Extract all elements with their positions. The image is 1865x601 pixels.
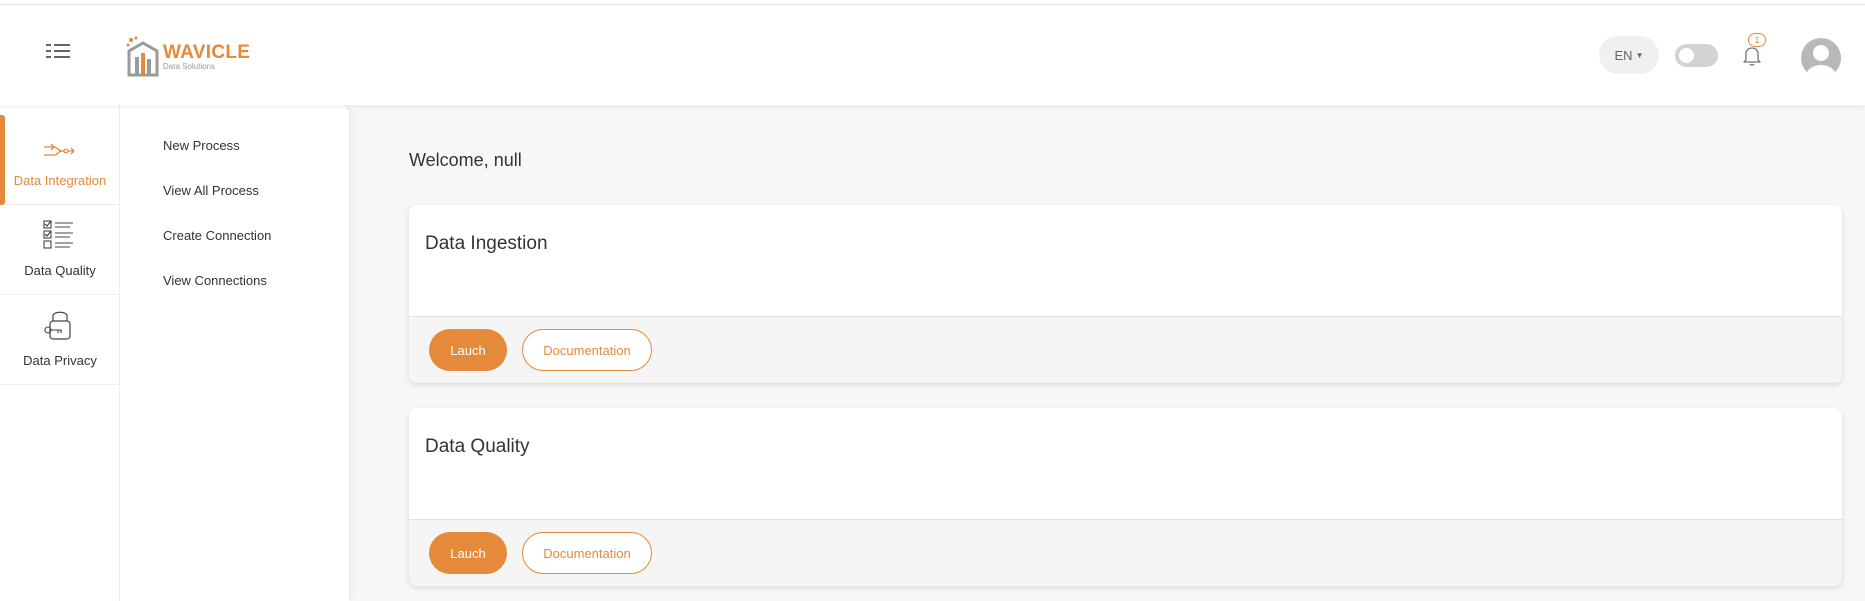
wavicle-logo-icon [126, 36, 159, 77]
documentation-button[interactable]: Documentation [522, 329, 652, 371]
sidebar-item-label: Data Quality [24, 263, 96, 278]
integration-submenu: New Process View All Process Create Conn… [120, 105, 349, 601]
card-footer: Lauch Documentation [409, 519, 1842, 586]
sidebar-item-data-privacy[interactable]: Data Privacy [0, 295, 120, 385]
sidebar-item-label: Data Integration [13, 173, 107, 188]
card-data-quality: Data Quality Lauch Documentation [409, 408, 1842, 586]
list-menu-icon[interactable] [46, 43, 70, 59]
card-title: Data Ingestion [425, 233, 548, 254]
main-sidebar: Data Integration Data Quality Data Priva… [0, 105, 120, 601]
card-data-ingestion: Data Ingestion Lauch Documentation [409, 205, 1842, 383]
sidebar-item-data-integration[interactable]: Data Integration [0, 115, 120, 205]
avatar-silhouette [1806, 45, 1836, 78]
launch-button[interactable]: Lauch [429, 532, 507, 574]
language-value: EN [1614, 47, 1633, 63]
card-footer: Lauch Documentation [409, 316, 1842, 383]
logo-title: WAVICLE [163, 42, 251, 63]
submenu-item-view-all-process[interactable]: View All Process [163, 183, 259, 198]
user-avatar-icon[interactable] [1801, 38, 1841, 78]
toggle-knob [1679, 48, 1694, 63]
launch-button[interactable]: Lauch [429, 329, 507, 371]
integration-arrows-icon [44, 143, 75, 156]
submenu-item-view-connections[interactable]: View Connections [163, 273, 267, 288]
theme-toggle[interactable] [1675, 44, 1718, 67]
language-dropdown[interactable]: EN ▼ [1599, 36, 1659, 74]
padlock-key-icon [44, 311, 71, 340]
caret-down-icon: ▼ [1635, 50, 1644, 60]
app-header: WAVICLE Data Solutions EN ▼ 1 [0, 5, 1865, 105]
sidebar-item-data-quality[interactable]: Data Quality [0, 205, 120, 295]
notification-badge: 1 [1748, 33, 1766, 47]
submenu-item-new-process[interactable]: New Process [163, 138, 240, 153]
checklist-icon [43, 220, 73, 249]
submenu-item-create-connection[interactable]: Create Connection [163, 228, 271, 243]
welcome-heading: Welcome, null [409, 150, 522, 170]
logo-subtitle: Data Solutions [163, 62, 216, 71]
company-logo[interactable]: WAVICLE Data Solutions [125, 33, 250, 81]
documentation-button[interactable]: Documentation [522, 532, 652, 574]
card-title: Data Quality [425, 436, 530, 457]
sidebar-item-label: Data Privacy [23, 353, 97, 368]
